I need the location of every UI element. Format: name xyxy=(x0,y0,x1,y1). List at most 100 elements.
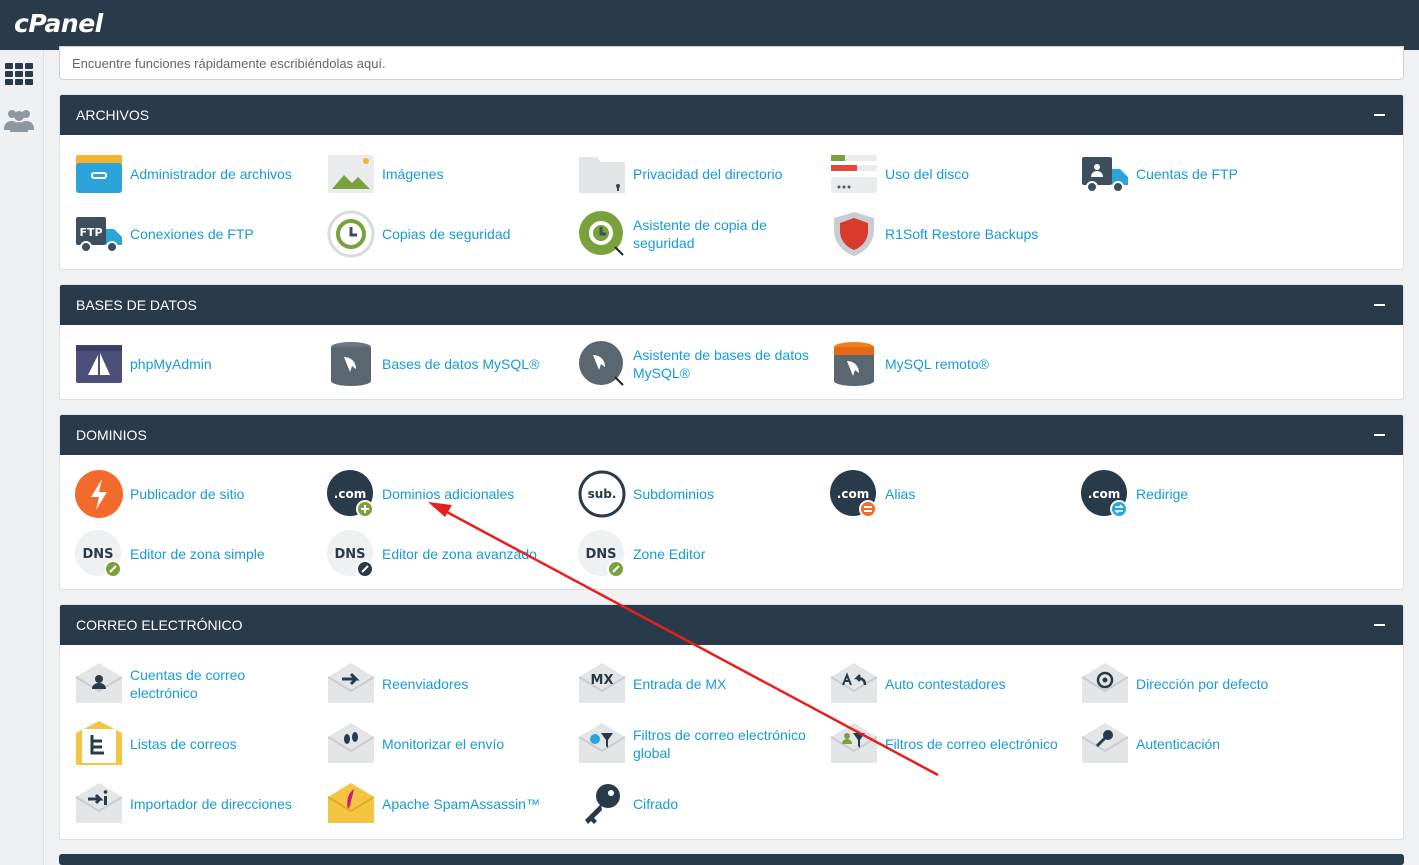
lightning-icon xyxy=(74,469,124,519)
backup-wizard-label: Asistente de copia de seguridad xyxy=(633,217,767,251)
encryption-label: Cifrado xyxy=(633,796,679,812)
file-manager-item[interactable]: Administrador de archivos xyxy=(74,146,324,202)
ftp-icon-text: FTP xyxy=(79,226,102,239)
subdomains-item[interactable]: sub. Subdominios xyxy=(577,466,827,522)
backups-item[interactable]: Copias de seguridad xyxy=(326,206,576,262)
directory-privacy-item[interactable]: Privacidad del directorio xyxy=(577,146,827,202)
databases-title: BASES DE DATOS xyxy=(76,297,197,313)
cpanel-logo[interactable]: cPanel xyxy=(14,9,103,38)
dns-edit-dark-icon: DNS xyxy=(326,529,376,579)
archivos-panel: ARCHIVOS Administrador de archivos Imáge… xyxy=(59,94,1404,270)
global-filters-item[interactable]: Filtros de correo electrónico global xyxy=(577,716,827,772)
remote-database-icon xyxy=(829,339,879,389)
collapse-icon[interactable] xyxy=(1374,434,1385,436)
authentication-item[interactable]: Autenticación xyxy=(1080,716,1330,772)
dns-zone-icon: DNS xyxy=(577,529,627,579)
phpmyadmin-item[interactable]: phpMyAdmin xyxy=(74,336,324,392)
aliases-item[interactable]: .com Alias xyxy=(829,466,1079,522)
track-delivery-item[interactable]: Monitorizar el envío xyxy=(326,716,576,772)
advanced-zone-editor-label: Editor de zona avanzado xyxy=(382,546,537,562)
email-accounts-label: Cuentas de correo electrónico xyxy=(130,667,246,701)
addon-domains-item[interactable]: .com Dominios adicionales xyxy=(326,466,576,522)
envelope-mx-icon: MX xyxy=(577,659,627,709)
collapse-icon[interactable] xyxy=(1374,114,1385,116)
users-icon[interactable] xyxy=(3,104,35,136)
phpmyadmin-label: phpMyAdmin xyxy=(130,356,212,372)
remote-mysql-item[interactable]: MySQL remoto® xyxy=(829,336,1079,392)
envelope-forward-icon xyxy=(326,659,376,709)
encryption-item[interactable]: Cifrado xyxy=(577,776,827,832)
disk-usage-item[interactable]: Uso del disco xyxy=(829,146,1079,202)
email-panel: CORREO ELECTRÓNICO Cuentas de correo ele… xyxy=(59,604,1404,840)
backup-clock-icon xyxy=(326,209,376,259)
archivos-header[interactable]: ARCHIVOS xyxy=(60,95,1403,135)
mailing-lists-item[interactable]: Listas de correos xyxy=(74,716,324,772)
subdomain-icon: sub. xyxy=(577,469,627,519)
mx-icon-text: MX xyxy=(591,673,614,688)
default-address-label: Dirección por defecto xyxy=(1136,676,1269,692)
email-filters-label: Filtros de correo electrónico xyxy=(885,736,1058,752)
top-bar: cPanel xyxy=(0,0,1419,50)
ftp-accounts-item[interactable]: Cuentas de FTP xyxy=(1080,146,1330,202)
email-accounts-item[interactable]: Cuentas de correo electrónico xyxy=(74,656,324,712)
images-item[interactable]: Imágenes xyxy=(326,146,576,202)
ftp-connections-item[interactable]: FTP Conexiones de FTP xyxy=(74,206,324,262)
autoresponders-label: Auto contestadores xyxy=(885,676,1006,692)
collapse-icon[interactable] xyxy=(1374,304,1385,306)
advanced-zone-editor-item[interactable]: DNS Editor de zona avanzado xyxy=(326,526,576,582)
envelope-footprints-icon xyxy=(326,719,376,769)
default-address-item[interactable]: Dirección por defecto xyxy=(1080,656,1330,712)
collapse-icon[interactable] xyxy=(1374,624,1385,626)
com-icon-text: .com xyxy=(1088,487,1120,501)
redirects-item[interactable]: .com Redirige xyxy=(1080,466,1330,522)
folder-lock-icon xyxy=(577,149,627,199)
envelope-user-icon xyxy=(74,659,124,709)
subdomains-label: Subdominios xyxy=(633,486,714,502)
envelope-key-icon xyxy=(1080,719,1130,769)
email-header[interactable]: CORREO ELECTRÓNICO xyxy=(60,605,1403,645)
forwarders-label: Reenviadores xyxy=(382,676,469,692)
images-label: Imágenes xyxy=(382,166,444,182)
mx-entry-item[interactable]: MX Entrada de MX xyxy=(577,656,827,712)
dns-icon-text: DNS xyxy=(334,547,365,562)
dot-com-add-icon: .com xyxy=(326,469,376,519)
backup-wizard-item[interactable]: Asistente de copia de seguridad xyxy=(577,206,827,262)
authentication-label: Autenticación xyxy=(1136,736,1221,752)
sidebar xyxy=(0,50,44,865)
mysql-databases-label: Bases de datos MySQL® xyxy=(382,356,540,372)
spamassassin-item[interactable]: Apache SpamAssassin™ xyxy=(326,776,576,832)
envelope-globe-filter-icon xyxy=(577,719,627,769)
apps-grid-icon[interactable] xyxy=(3,58,35,90)
forwarders-item[interactable]: Reenviadores xyxy=(326,656,576,712)
domains-panel: DOMINIOS Publicador de sitio .com Domini… xyxy=(59,414,1404,590)
envelope-at-icon xyxy=(1080,659,1130,709)
backups-label: Copias de seguridad xyxy=(382,226,511,242)
mailing-lists-label: Listas de correos xyxy=(130,736,237,752)
mysql-databases-item[interactable]: Bases de datos MySQL® xyxy=(326,336,576,392)
ftp-connections-icon: FTP xyxy=(74,209,124,259)
spamassassin-label: Apache SpamAssassin™ xyxy=(382,796,540,812)
site-publisher-label: Publicador de sitio xyxy=(130,486,245,502)
mailing-list-icon xyxy=(74,719,124,769)
domains-header[interactable]: DOMINIOS xyxy=(60,415,1403,455)
simple-zone-editor-item[interactable]: DNS Editor de zona simple xyxy=(74,526,324,582)
envelope-import-icon xyxy=(74,779,124,829)
r1soft-item[interactable]: R1Soft Restore Backups xyxy=(829,206,1079,262)
zone-editor-label: Zone Editor xyxy=(633,546,706,562)
disk-usage-icon xyxy=(829,149,879,199)
autoresponders-item[interactable]: Auto contestadores xyxy=(829,656,1079,712)
zone-editor-item[interactable]: DNS Zone Editor xyxy=(577,526,827,582)
backup-wizard-icon xyxy=(577,209,627,259)
disk-usage-label: Uso del disco xyxy=(885,166,970,182)
file-manager-icon xyxy=(74,149,124,199)
email-filters-item[interactable]: Filtros de correo electrónico xyxy=(829,716,1079,772)
databases-header[interactable]: BASES DE DATOS xyxy=(60,285,1403,325)
mysql-wizard-item[interactable]: Asistente de bases de datos MySQL® xyxy=(577,336,827,392)
site-publisher-item[interactable]: Publicador de sitio xyxy=(74,466,324,522)
envelope-reply-icon xyxy=(829,659,879,709)
r1soft-label: R1Soft Restore Backups xyxy=(885,226,1039,242)
dns-edit-green-icon: DNS xyxy=(74,529,124,579)
dns-icon-text: DNS xyxy=(585,547,616,562)
search-input[interactable] xyxy=(59,46,1404,80)
address-importer-item[interactable]: Importador de direcciones xyxy=(74,776,324,832)
